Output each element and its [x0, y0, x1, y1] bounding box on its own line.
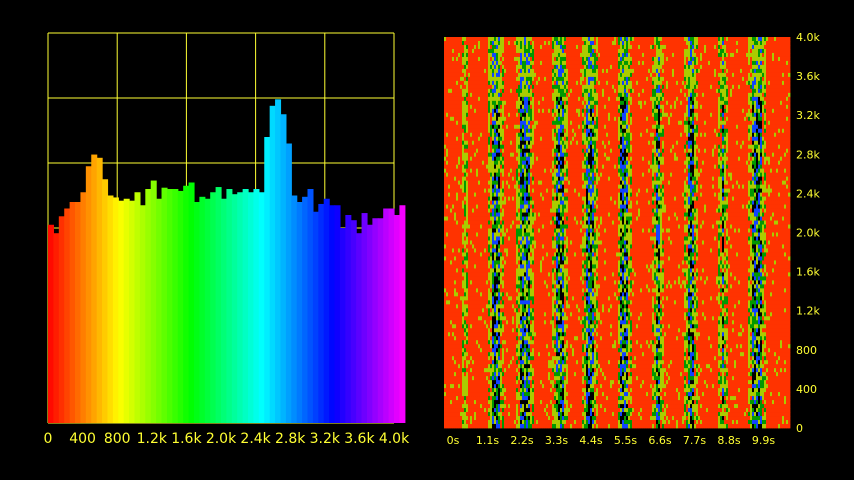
histogram-bar	[361, 213, 368, 423]
histogram-bar	[312, 211, 319, 423]
histogram-bar	[221, 198, 228, 423]
histogram-bar	[118, 200, 125, 423]
histogram-bar	[85, 166, 92, 423]
histogram-bar	[188, 182, 195, 423]
spectrogram-panel: 0s 1.1s 2.2s 3.3s 4.4s 5.5s 6.6s 7.7s 8.8s 9.9s 0…	[444, 31, 820, 447]
histogram-bar	[161, 187, 168, 423]
histogram-bar	[145, 189, 152, 423]
histogram-x-tick-label: 1.6k	[171, 431, 202, 447]
histogram-bar	[48, 224, 55, 423]
histogram-bar	[226, 189, 233, 423]
histogram-bar	[166, 189, 173, 423]
histogram-bar	[323, 198, 330, 423]
histogram-bar	[280, 114, 287, 423]
histogram-bars	[48, 99, 406, 424]
histogram-bar	[329, 205, 336, 423]
histogram-bar	[75, 202, 82, 423]
histogram-bar	[275, 99, 282, 424]
histogram-x-tick-label: 0	[44, 431, 53, 447]
histogram-bar	[215, 187, 222, 423]
histogram-bar	[339, 228, 346, 423]
histogram-x-ticks: 0 400 800 1.2k 1.6k 2.0k 2.4k 2.8k 3.2k 3.6k 4.0k	[44, 431, 411, 447]
histogram-bar	[210, 192, 217, 423]
histogram-bar	[69, 202, 76, 423]
histogram-bar	[334, 205, 341, 423]
histogram-x-tick-label: 4.0k	[379, 431, 410, 447]
histogram-x-tick-label: 3.6k	[344, 431, 375, 447]
histogram-bar	[264, 137, 271, 423]
histogram-bar	[112, 197, 119, 423]
histogram-bar	[172, 189, 179, 423]
histogram-bar	[372, 218, 379, 423]
histogram-x-tick-label: 400	[69, 431, 96, 447]
histogram-bar	[102, 179, 109, 423]
histogram-bar	[183, 185, 190, 423]
histogram-bar	[123, 198, 130, 423]
histogram-bar	[231, 194, 238, 423]
histogram-bar	[53, 233, 60, 423]
histogram-bar	[199, 196, 206, 423]
histogram-bar	[134, 192, 141, 423]
histogram-bar	[91, 154, 98, 424]
histogram-bar	[318, 203, 325, 423]
histogram-bar	[156, 198, 163, 423]
histogram-x-tick-label: 800	[104, 431, 131, 447]
histogram-bar	[193, 202, 200, 423]
histogram-bar	[399, 205, 406, 423]
histogram-bar	[291, 195, 298, 423]
histogram-bar	[96, 157, 103, 424]
histogram-bar	[80, 192, 87, 423]
histogram-bar	[248, 192, 255, 423]
histogram-bar	[58, 216, 65, 423]
histogram-x-tick-label: 2.4k	[240, 431, 271, 447]
histogram-bar	[269, 105, 276, 424]
histogram-bar	[258, 192, 265, 423]
histogram-bar	[383, 208, 390, 423]
histogram-x-tick-label: 1.2k	[137, 431, 168, 447]
histogram-bar	[345, 215, 352, 423]
histogram-bar	[394, 215, 401, 423]
histogram-bar	[107, 195, 114, 423]
histogram-bar	[307, 189, 314, 423]
histogram-bar	[242, 189, 249, 423]
histogram-bar	[285, 143, 292, 423]
histogram-bar	[388, 208, 395, 423]
histogram-bar	[350, 220, 357, 423]
histogram-bar	[129, 200, 136, 423]
histogram-bar	[204, 198, 211, 423]
histogram-bar	[366, 224, 373, 423]
histogram-bar	[177, 190, 184, 423]
histogram-bar	[302, 196, 309, 423]
histogram-bar	[296, 202, 303, 423]
spectrum-analyzer: 0 400 800 1.2k 1.6k 2.0k 2.4k 2.8k 3.2k 3.6k 4.0k …	[44, 31, 821, 447]
histogram-bar	[139, 205, 146, 423]
histogram-bar	[377, 218, 384, 423]
histogram-bar	[237, 192, 244, 423]
frequency-histogram-panel: 0 400 800 1.2k 1.6k 2.0k 2.4k 2.8k 3.2k 3.6k 4.0k	[44, 32, 411, 447]
histogram-bar	[253, 189, 260, 423]
histogram-bar	[150, 180, 157, 423]
histogram-bar	[356, 233, 363, 423]
histogram-x-tick-label: 2.0k	[206, 431, 237, 447]
histogram-x-tick-label: 2.8k	[275, 431, 306, 447]
histogram-x-tick-label: 3.2k	[310, 431, 341, 447]
spectrogram-cells	[444, 37, 791, 429]
histogram-bar	[64, 208, 71, 423]
